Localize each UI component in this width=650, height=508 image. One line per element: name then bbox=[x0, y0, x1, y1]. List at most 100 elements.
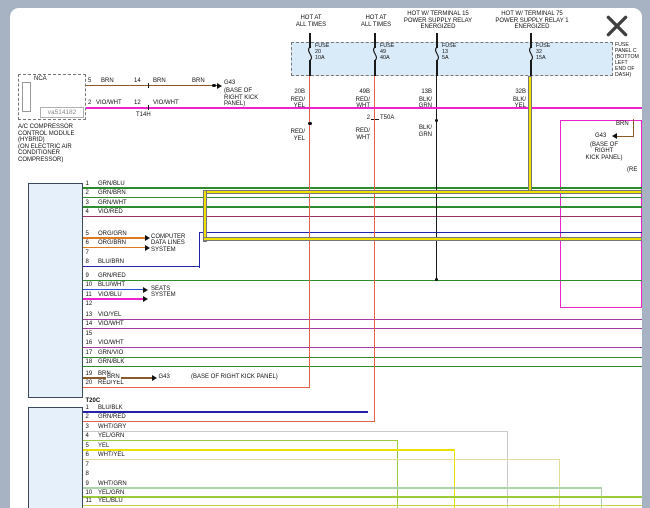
wire-segment bbox=[83, 431, 508, 432]
wire-segment bbox=[633, 119, 634, 137]
connector1-box[interactable] bbox=[28, 183, 83, 398]
screenshot-frame: va514182 HOT AT ALL TIMESHOT AT ALL TIME… bbox=[0, 0, 650, 508]
wire-segment bbox=[83, 237, 145, 238]
branch-label: COMPUTER DATA LINES SYSTEM bbox=[151, 234, 185, 254]
fuse-label: FUSE 20 10A bbox=[315, 44, 339, 62]
fuse-tap-label: 49B bbox=[343, 89, 370, 96]
ground-location: (BASE OF RIGHT KICK PANEL) bbox=[224, 88, 258, 108]
pin-wire-label: VIO/YEL bbox=[98, 312, 121, 319]
wire-segment bbox=[559, 459, 560, 508]
wire-segment bbox=[83, 387, 310, 388]
branch-label: SEATS SYSTEM bbox=[151, 286, 176, 299]
pin-number: 12 bbox=[86, 301, 93, 308]
pin-number: 14 bbox=[86, 321, 93, 328]
pin-wire-label: VIO/RED bbox=[98, 209, 123, 216]
fuse-label: FUSE 13 5A bbox=[442, 44, 466, 62]
pin-wire-label: WHT/YEL bbox=[98, 452, 125, 459]
fuse-tap-label: 32B bbox=[499, 89, 526, 96]
wire-segment bbox=[83, 496, 642, 497]
wire-segment bbox=[83, 449, 455, 450]
fuse-lead-wire bbox=[530, 33, 531, 48]
fuse-lead-wire bbox=[309, 60, 310, 76]
wire-color-label: BRN bbox=[192, 78, 205, 85]
wire-segment bbox=[86, 107, 642, 108]
pin-number: 15 bbox=[86, 331, 93, 338]
pin-wire-label: GRN/RED bbox=[98, 273, 126, 280]
power-source-label: HOT W/ TERMINAL 15 POWER SUPPLY RELAY EN… bbox=[396, 11, 480, 31]
pin-wire-label: WHT/GRN bbox=[98, 481, 127, 488]
fuse-lead-wire bbox=[436, 60, 437, 76]
inline-pin-number: 12 bbox=[134, 100, 141, 107]
wire-segment bbox=[83, 411, 368, 412]
pin-number: 4 bbox=[86, 433, 89, 440]
pin-wire-label: GRN/RED bbox=[98, 414, 126, 421]
wire-segment bbox=[199, 232, 200, 268]
pin-number: 8 bbox=[86, 471, 89, 478]
wire-segment bbox=[83, 289, 143, 290]
fuse-tap-label: 13B bbox=[405, 89, 432, 96]
arrowhead bbox=[143, 296, 151, 302]
wire-color-label: BRN bbox=[616, 121, 629, 128]
pin-number: 2 bbox=[86, 414, 89, 421]
wire-segment bbox=[374, 76, 375, 422]
pin-wire-label: GRN/VIO bbox=[98, 350, 123, 357]
wire-segment-thick bbox=[528, 76, 532, 192]
fuse-symbol bbox=[526, 47, 536, 61]
wire-color-label: BRN bbox=[153, 78, 166, 85]
inline-pin-number: 14 bbox=[134, 78, 141, 85]
wire-color-label: VIO/WHT bbox=[96, 100, 122, 107]
ground-location: (BASE OF RIGHT KICK PANEL) bbox=[577, 142, 631, 162]
wire-segment bbox=[83, 206, 642, 207]
fuse-lead-wire bbox=[374, 60, 375, 76]
wire-segment bbox=[83, 187, 642, 188]
pin-number: 3 bbox=[86, 424, 89, 431]
pin-number: 11 bbox=[86, 498, 92, 505]
fuse-tap-label: 20B bbox=[278, 89, 305, 96]
inline-connector-label: T14H bbox=[136, 112, 151, 119]
wire-segment-thick bbox=[203, 190, 642, 194]
fuse-lead-wire bbox=[309, 33, 310, 48]
pin-wire-label: GRN/BRN bbox=[98, 190, 126, 197]
wire-segment bbox=[83, 347, 642, 348]
ground-label: G43 bbox=[224, 80, 235, 87]
inline-pin-number: 2 bbox=[358, 115, 370, 122]
power-source-label: HOT W/ TERMINAL 75 POWER SUPPLY RELAY 1 … bbox=[489, 11, 575, 31]
pin-wire-label: VIO/WHT bbox=[98, 340, 124, 347]
pin-wire-label: YEL/GRN bbox=[98, 490, 124, 497]
wire-segment-thick bbox=[203, 190, 207, 242]
pin-wire-label: RED/YEL bbox=[98, 380, 124, 387]
pin-wire-label: BLU/BLK bbox=[98, 405, 123, 412]
pin-wire-label: VIO/BLU bbox=[98, 292, 122, 299]
power-source-label: HOT AT ALL TIMES bbox=[280, 15, 342, 28]
pin-wire-label: YEL/GRN bbox=[98, 433, 124, 440]
pin-number: 9 bbox=[86, 273, 89, 280]
module-pin-number: 5 bbox=[88, 78, 91, 85]
wire-segment bbox=[83, 197, 642, 198]
wire-segment bbox=[83, 366, 642, 367]
module-pin-number: 2 bbox=[88, 100, 91, 107]
watermark-stamp: va514182 bbox=[40, 107, 84, 118]
pin-number: 20 bbox=[86, 380, 93, 387]
fuse-lead-wire bbox=[530, 60, 531, 76]
fuse-symbol bbox=[370, 47, 380, 61]
wire-segment bbox=[83, 487, 602, 488]
arrowhead bbox=[609, 133, 617, 139]
fuse-label: FUSE 49 40A bbox=[380, 44, 404, 62]
pin-wire-label: GRN/WHT bbox=[98, 200, 127, 207]
pin-number: 6 bbox=[86, 240, 89, 247]
wire-segment bbox=[83, 319, 642, 320]
wire-segment bbox=[83, 505, 642, 506]
close-button[interactable] bbox=[604, 13, 630, 39]
pin-number: 7 bbox=[86, 462, 89, 469]
fuse-symbol bbox=[432, 47, 442, 61]
pin-number: 9 bbox=[86, 481, 89, 488]
inline-connector-tick bbox=[148, 105, 149, 110]
pin-wire-label: GRN/BLU bbox=[98, 181, 125, 188]
wire-segment bbox=[83, 298, 143, 299]
wire-segment-thick bbox=[203, 237, 642, 241]
pin-number: 6 bbox=[86, 452, 89, 459]
fuse-lead-wire bbox=[436, 33, 437, 48]
fuse-label: FUSE 32 15A bbox=[536, 44, 560, 62]
pin-number: 11 bbox=[86, 292, 92, 299]
connector2-box[interactable] bbox=[28, 407, 83, 508]
